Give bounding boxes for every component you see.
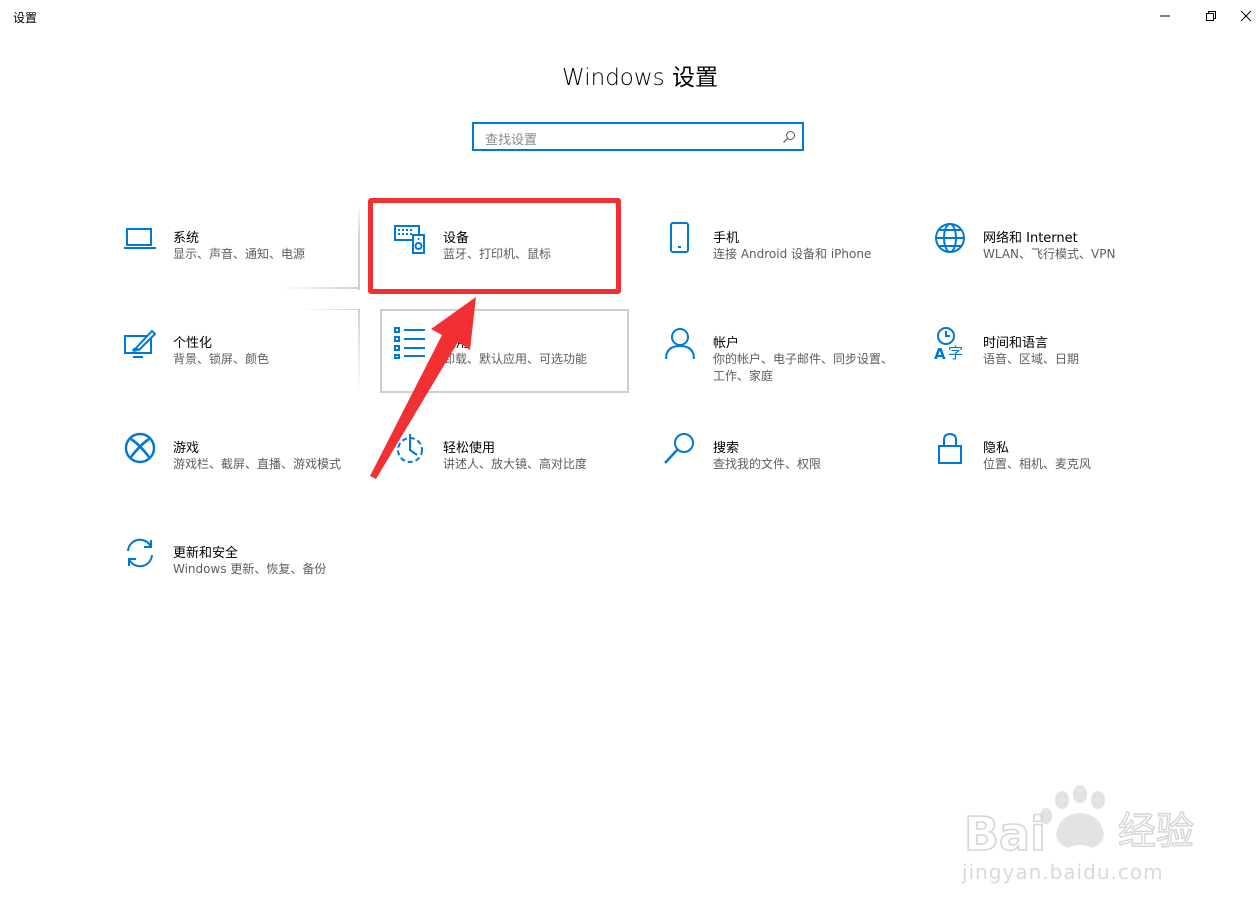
ease-of-access-icon: [397, 434, 423, 463]
lock-icon: [938, 432, 962, 464]
tile-title: 更新和安全: [173, 546, 239, 561]
search-icon: [783, 131, 795, 143]
svg-text:Bai: Bai: [964, 807, 1046, 860]
title-bar: 设置: [0, 0, 1258, 32]
tile-title: 隐私: [983, 441, 1010, 456]
tile-search[interactable]: 搜索 查找我的文件、权限: [653, 418, 901, 502]
tile-title: 手机: [713, 231, 740, 246]
update-icon: [127, 538, 153, 568]
close-icon: [1240, 10, 1252, 22]
apps-list-icon: [394, 327, 425, 359]
time-language-icon: A 字: [934, 327, 963, 360]
annotation-highlight-box: [368, 198, 621, 294]
tile-title: 网络和 Internet: [983, 231, 1078, 246]
tile-time-language[interactable]: A 字 时间和语言 语音、区域、日期: [923, 313, 1171, 397]
svg-text:A: A: [934, 345, 946, 360]
search-icon: [664, 433, 694, 464]
phone-icon: [670, 222, 689, 253]
tile-title: 个性化: [173, 336, 213, 351]
tile-gaming[interactable]: 游戏 游戏栏、截屏、直播、游戏模式: [113, 418, 361, 502]
tile-desc: 你的帐户、电子邮件、同步设置、工作、家庭: [713, 352, 894, 383]
tile-edge: [300, 309, 360, 310]
tile-apps[interactable]: 应用 卸载、默认应用、可选功能: [383, 313, 631, 397]
tile-privacy[interactable]: 隐私 位置、相机、麦克风: [923, 418, 1171, 502]
minimize-button[interactable]: [1142, 0, 1188, 32]
svg-text:经验: 经验: [1118, 809, 1194, 853]
tile-desc: 查找我的文件、权限: [713, 457, 822, 471]
tile-ease-of-access[interactable]: 轻松使用 讲述人、放大镜、高对比度: [383, 418, 631, 502]
tile-desc: 显示、声音、通知、电源: [173, 247, 306, 261]
tile-desc: WLAN、飞行模式、VPN: [983, 247, 1116, 261]
close-button[interactable]: [1234, 0, 1258, 32]
paint-icon: [124, 329, 157, 358]
tile-title: 系统: [173, 231, 200, 246]
tile-update-security[interactable]: 更新和安全 Windows 更新、恢复、备份: [113, 523, 361, 607]
tile-desc: 语音、区域、日期: [983, 352, 1080, 366]
tile-desc: 连接 Android 设备和 iPhone: [713, 247, 872, 261]
watermark-url: jingyan.baidu.com: [962, 860, 1164, 884]
restore-button[interactable]: [1188, 0, 1234, 32]
page-title: Windows 设置: [562, 65, 718, 91]
tile-title: 应用: [443, 336, 470, 351]
tile-network[interactable]: 网络和 Internet WLAN、飞行模式、VPN: [923, 208, 1171, 292]
tile-desc: 游戏栏、截屏、直播、游戏模式: [173, 457, 342, 471]
tile-accounts[interactable]: 帐户 你的帐户、电子邮件、同步设置、工作、家庭: [653, 313, 901, 397]
laptop-icon: [124, 228, 156, 249]
xbox-icon: [124, 432, 156, 464]
window-title: 设置: [13, 11, 38, 25]
tile-system[interactable]: 系统 显示、声音、通知、电源: [113, 208, 361, 292]
tile-desc: 背景、锁屏、颜色: [173, 352, 270, 366]
search-placeholder: 查找设置: [485, 133, 538, 148]
tile-title: 轻松使用: [443, 441, 496, 456]
restore-icon: [1206, 11, 1216, 21]
tile-personalization[interactable]: 个性化 背景、锁屏、颜色: [113, 313, 361, 397]
tile-desc: Windows 更新、恢复、备份: [173, 562, 327, 576]
minimize-icon: [1160, 15, 1170, 17]
tile-desc: 卸载、默认应用、可选功能: [443, 352, 588, 366]
search-input[interactable]: 查找设置: [472, 122, 804, 151]
tile-phone[interactable]: 手机 连接 Android 设备和 iPhone: [653, 208, 901, 292]
tile-title: 游戏: [173, 441, 200, 456]
tile-title: 帐户: [713, 336, 740, 351]
tile-title: 时间和语言: [983, 336, 1049, 351]
tile-desc: 位置、相机、麦克风: [983, 457, 1092, 471]
person-icon: [665, 328, 695, 360]
globe-icon: [935, 223, 965, 253]
baidu-watermark-logo: Bai 经验: [963, 785, 1195, 860]
tile-title: 搜索: [713, 441, 740, 456]
svg-text:字: 字: [948, 344, 963, 360]
tile-desc: 讲述人、放大镜、高对比度: [443, 457, 588, 471]
